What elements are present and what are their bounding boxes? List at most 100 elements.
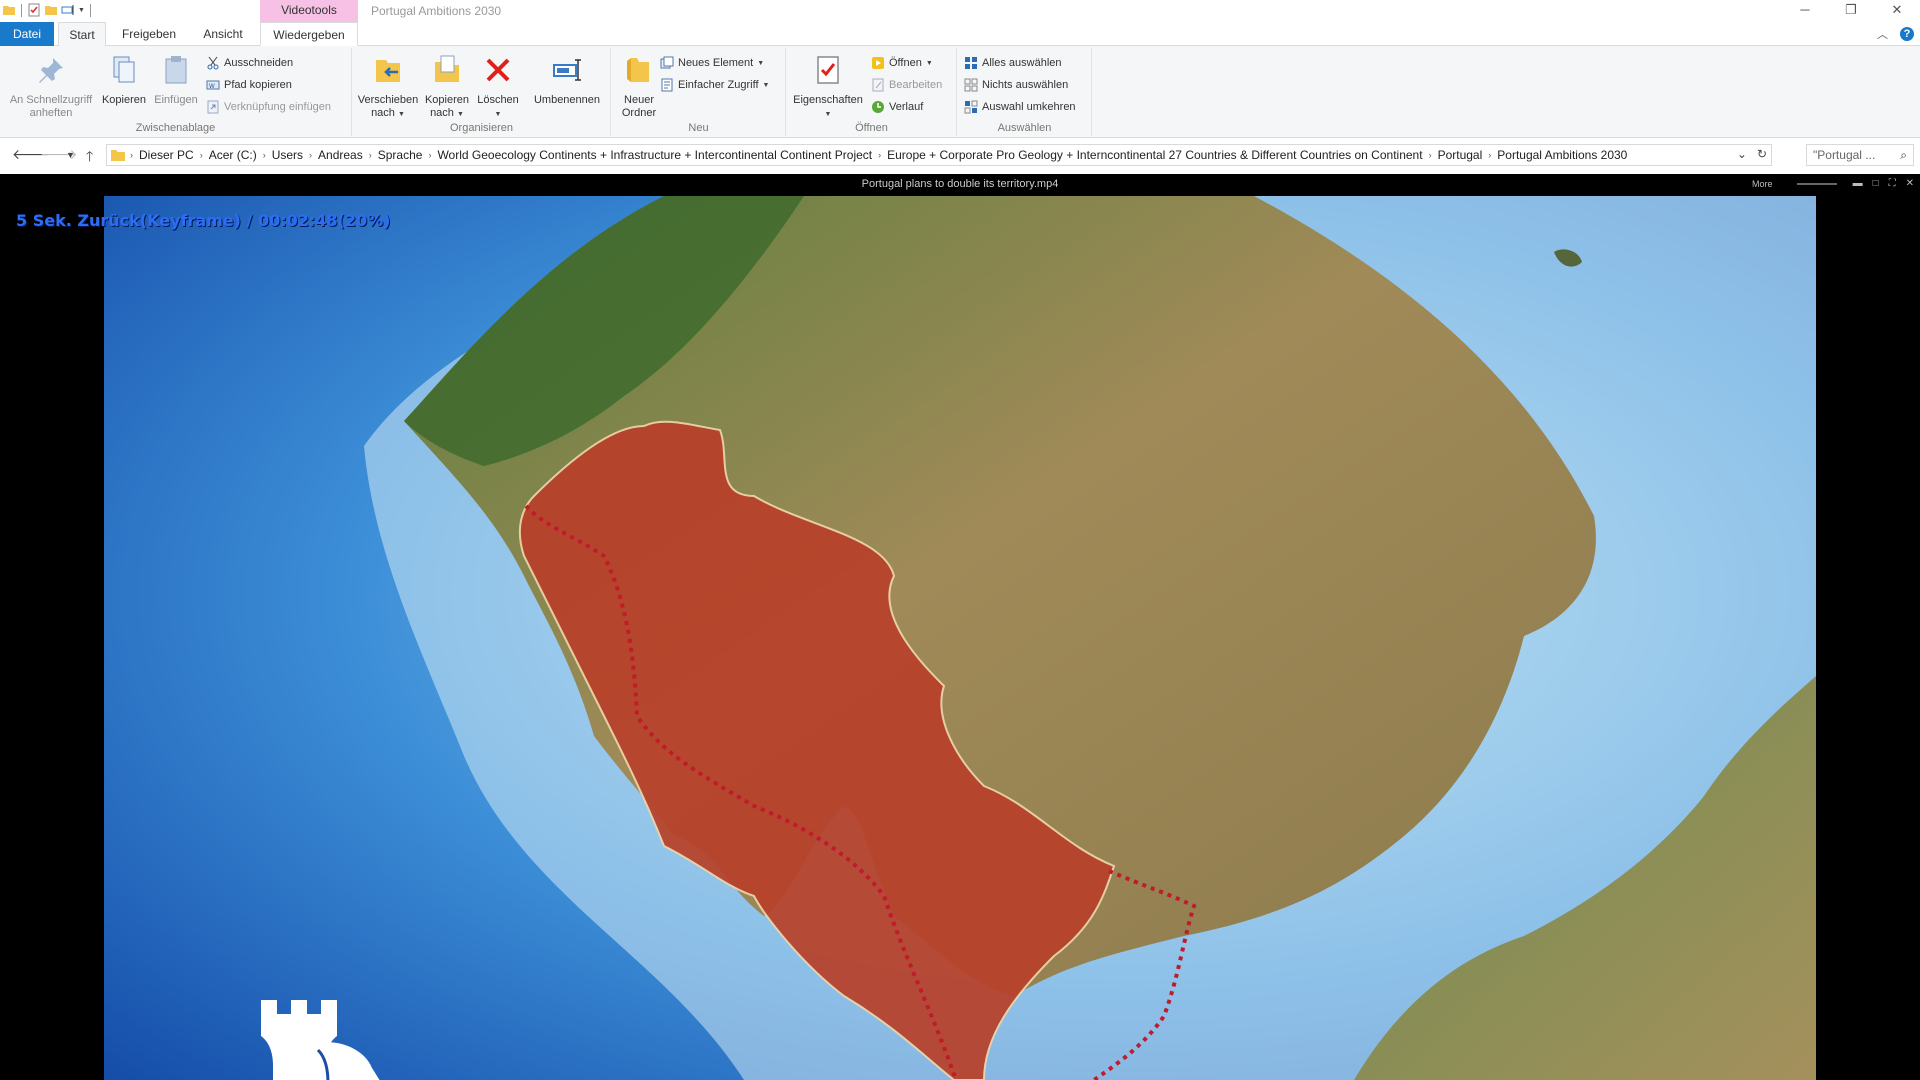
maximize-icon[interactable]: ❐ [1828,0,1874,22]
select-all-button[interactable]: Alles auswählen [964,54,1062,72]
search-icon[interactable]: ⌕ [1900,148,1907,163]
restore-icon[interactable]: □ [1873,178,1879,189]
fullscreen-icon[interactable]: ⛶ [1889,178,1896,189]
paste-shortcut-button[interactable]: Verknüpfung einfügen [206,98,331,116]
quick-access-toolbar: ▼ [2,3,93,17]
invert-selection-button[interactable]: Auswahl umkehren [964,98,1076,116]
recent-locations-icon[interactable]: ▼ [66,150,75,160]
breadcrumb-item[interactable]: Acer (C:) [203,148,263,162]
tab-play[interactable]: Wiedergeben [260,22,358,46]
open-button[interactable]: Öffnen ▼ [871,54,933,72]
ribbon-tabs: Datei Start Freigeben Ansicht Wiedergebe… [0,22,1920,47]
new-item-button[interactable]: Neues Element ▼ [660,54,764,72]
select-none-button[interactable]: Nichts auswählen [964,76,1068,94]
rename-button[interactable]: Umbenennen [529,54,605,107]
volume-slider[interactable] [1796,182,1837,185]
context-tab-header: Videotools [260,0,358,24]
close-icon[interactable]: ✕ [1906,178,1914,189]
group-label: Auswählen [997,122,1052,134]
group-label: Öffnen [855,122,888,134]
address-bar[interactable]: › Dieser PC › Acer (C:) › Users › Andrea… [106,144,1772,166]
new-folder-icon [627,58,649,82]
properties-checklist-icon [817,56,839,84]
breadcrumb-item[interactable]: Portugal Ambitions 2030 [1491,148,1633,162]
dropdown-caret-icon: ▼ [925,59,933,67]
easy-access-icon [661,78,673,92]
tab-view[interactable]: Ansicht [194,22,252,46]
edit-icon [872,78,884,92]
breadcrumb-item[interactable]: Andreas [312,148,369,162]
minimize-icon[interactable]: ▬ [1853,178,1863,189]
up-arrow-icon[interactable]: 🡑 [86,146,93,170]
paste-button[interactable]: Einfügen [150,54,202,107]
qat-dropdown-icon[interactable]: ▼ [78,7,85,14]
new-item-icon [660,56,674,69]
navigation-bar: 🡐 🡒 ▼ 🡑 › Dieser PC › Acer (C:) › Users … [0,139,1920,171]
breadcrumb-item[interactable]: Sprache [372,148,429,162]
folder-icon [111,150,125,161]
select-none-icon [964,78,978,92]
more-button[interactable]: More [1752,179,1773,189]
tab-start[interactable]: Start [58,22,106,47]
window-controls: ─ ❐ ✕ [1782,0,1920,22]
select-all-icon [965,57,977,69]
close-icon[interactable]: ✕ [1874,0,1920,22]
breadcrumb-item[interactable]: Europe + Corporate Pro Geology + Internc… [881,148,1428,162]
tab-share[interactable]: Freigeben [114,22,184,46]
player-window-controls: More ▬ □ ⛶ ✕ [1752,178,1914,189]
invert-selection-icon [964,100,978,114]
rename-icon[interactable] [61,3,75,17]
video-frame[interactable] [104,196,1816,1080]
toolbar-separator [89,3,91,17]
history-icon [872,101,884,113]
copy-path-icon: W [206,80,220,90]
copy-path-button[interactable]: W Pfad kopieren [206,76,292,94]
easy-access-button[interactable]: Einfacher Zugriff ▼ [660,76,769,94]
new-folder-button[interactable]: Neuer Ordner [614,54,664,120]
new-folder-icon[interactable] [44,3,58,17]
copy-button[interactable]: Kopieren [98,54,150,107]
breadcrumb-item[interactable]: Portugal [1432,148,1489,162]
breadcrumb-item[interactable]: World Geoecology Continents + Infrastruc… [431,148,878,162]
window-title: Portugal Ambitions 2030 [371,4,502,18]
group-select: Alles auswählen Nichts auswählen Auswahl… [958,48,1092,136]
ribbon: An Schnellzugriff anheften Kopieren Einf… [0,46,1920,138]
tab-file[interactable]: Datei [0,22,54,46]
folder-icon[interactable] [2,3,16,17]
cut-button[interactable]: Ausschneiden [206,54,293,72]
move-to-button[interactable]: Verschieben nach ▼ [357,54,419,121]
group-clipboard: An Schnellzugriff anheften Kopieren Einf… [0,48,352,136]
group-open: Eigenschaften ▼ Öffnen ▼ Bearbeiten Verl… [787,48,957,136]
chevron-up-icon[interactable]: ︿ [1877,26,1888,42]
ribbon-right-controls: ︿ ? [1877,26,1914,42]
map-video-frame [104,196,1816,1080]
pin-quick-access-button[interactable]: An Schnellzugriff anheften [6,54,96,120]
group-label: Zwischenablage [135,122,216,134]
dropdown-caret-icon: ▼ [824,111,832,118]
refresh-icon[interactable]: ↻ [1757,147,1767,161]
playback-osd: 5 Sek. Zurück(Keyframe) / 00:02:48(20%) [16,211,391,230]
breadcrumb-item[interactable]: Users [266,148,309,162]
properties-button[interactable]: Eigenschaften ▼ [791,54,865,121]
toolbar-separator [21,3,22,17]
channel-logo [261,1000,380,1080]
file-explorer-window: ▼ Videotools Portugal Ambitions 2030 ─ ❐… [0,0,1920,1080]
delete-button[interactable]: Löschen ▼ [475,54,521,121]
video-player: Portugal plans to double its territory.m… [0,174,1920,1080]
edit-button[interactable]: Bearbeiten [871,76,942,94]
copy-to-button[interactable]: Kopieren nach ▼ [421,54,473,121]
copy-icon [113,56,135,83]
group-organize: Verschieben nach ▼ Kopieren nach ▼ Lösch… [353,48,611,136]
paste-shortcut-icon [207,100,219,114]
delete-x-icon [486,58,510,82]
properties-checklist-icon[interactable] [27,3,41,17]
dropdown-caret-icon: ▼ [494,111,502,118]
breadcrumb-item[interactable]: Dieser PC [133,148,200,162]
history-button[interactable]: Verlauf [871,98,923,116]
help-icon[interactable]: ? [1900,27,1914,41]
move-to-icon [376,60,400,82]
search-input[interactable]: "Portugal ... ⌕ [1806,144,1914,166]
pin-icon [39,58,63,83]
chevron-down-icon[interactable]: ⌄ [1737,147,1747,161]
minimize-icon[interactable]: ─ [1782,0,1828,22]
